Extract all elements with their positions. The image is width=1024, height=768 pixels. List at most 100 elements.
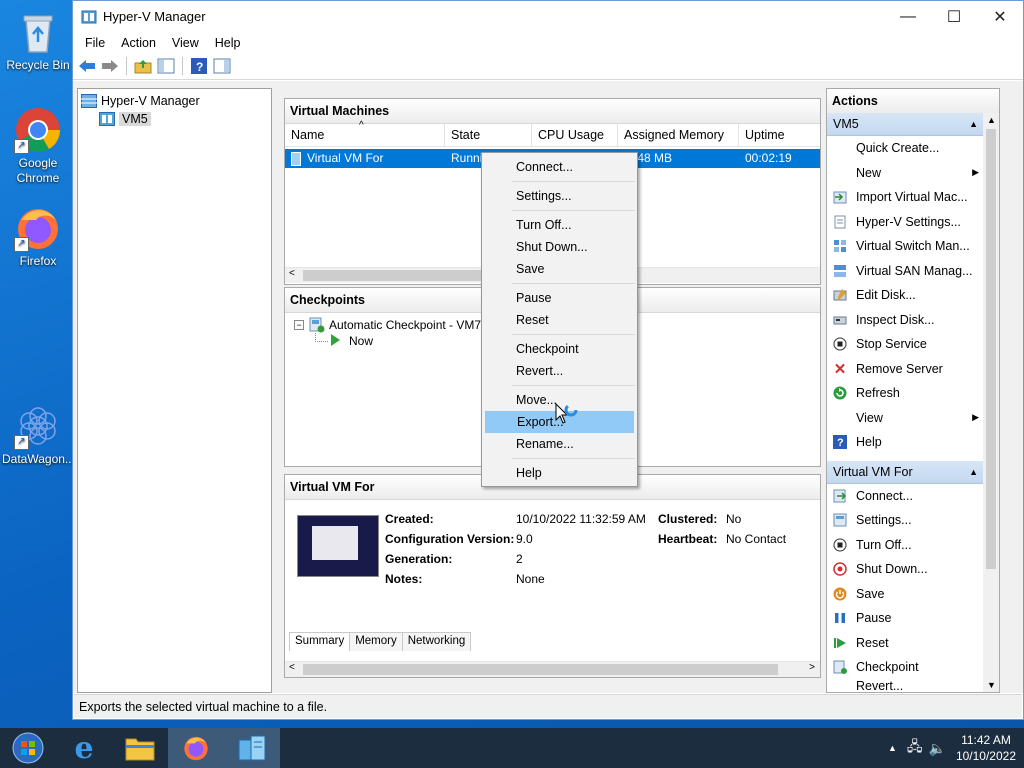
vm-thumbnail[interactable]: [297, 515, 379, 577]
column-assigned-memory[interactable]: Assigned Memory: [618, 124, 739, 146]
context-shut-down[interactable]: Shut Down...: [482, 236, 637, 258]
scroll-thumb[interactable]: [303, 664, 778, 675]
clock-date: 10/10/2022: [955, 749, 1016, 763]
actions-group-vm[interactable]: Virtual VM For ▲: [827, 460, 983, 484]
close-button[interactable]: ✕: [977, 1, 1023, 32]
network-icon[interactable]: 🖧: [907, 736, 923, 760]
chrome-label: Google Chrome: [16, 156, 60, 185]
help-toolbar-button[interactable]: ?: [189, 56, 209, 76]
checkpoint-item[interactable]: Automatic Checkpoint - VM7 - (: [329, 318, 496, 332]
menu-file[interactable]: File: [77, 36, 113, 50]
column-name[interactable]: Name ^: [285, 120, 445, 146]
context-pause[interactable]: Pause: [482, 287, 637, 309]
action-import-vm[interactable]: Import Virtual Mac...: [827, 185, 983, 210]
context-settings[interactable]: Settings...: [482, 185, 637, 207]
column-state[interactable]: State: [445, 124, 532, 146]
minimize-button[interactable]: —: [885, 1, 931, 32]
toolbar: ?: [73, 53, 1023, 80]
scroll-thumb[interactable]: [986, 129, 996, 569]
taskbar-firefox[interactable]: [168, 728, 224, 768]
menu-action[interactable]: Action: [113, 36, 164, 50]
context-reset[interactable]: Reset: [482, 309, 637, 331]
action-remove-server[interactable]: ✕ Remove Server: [827, 357, 983, 382]
actions-group-server[interactable]: VM5 ▲: [827, 113, 983, 136]
reset-icon: [832, 635, 848, 651]
tree-item-hyperv-manager[interactable]: Hyper-V Manager: [78, 92, 271, 110]
desktop-icon-chrome[interactable]: ↗ Google Chrome: [2, 106, 74, 186]
collapse-icon[interactable]: −: [294, 320, 304, 330]
show-hidden-icons[interactable]: ▲: [888, 743, 897, 753]
action-edit-disk[interactable]: Edit Disk...: [827, 283, 983, 308]
context-turn-off[interactable]: Turn Off...: [482, 214, 637, 236]
desktop-icon-datawagon[interactable]: ↗ DataWagon...: [2, 402, 75, 467]
action-vm-checkpoint[interactable]: Checkpoint: [827, 655, 983, 680]
console-tree: Hyper-V Manager VM5: [77, 88, 272, 693]
title-bar[interactable]: Hyper-V Manager — ☐ ✕: [73, 1, 1023, 32]
desktop-icon-firefox[interactable]: ↗ Firefox: [2, 204, 74, 269]
tree-item-server[interactable]: VM5: [78, 110, 271, 128]
actions-vertical-scrollbar[interactable]: ▲ ▼: [983, 113, 999, 692]
checkpoint-now[interactable]: Now: [349, 334, 373, 348]
desktop-icon-recycle-bin[interactable]: Recycle Bin: [2, 8, 74, 73]
tab-memory[interactable]: Memory: [349, 632, 403, 651]
server-icon: [99, 112, 115, 126]
collapse-up-icon: ▲: [969, 119, 978, 129]
action-vm-shut-down[interactable]: Shut Down...: [827, 557, 983, 582]
taskbar-file-explorer[interactable]: [112, 728, 168, 768]
volume-icon[interactable]: 🔈: [929, 740, 946, 757]
up-folder-button[interactable]: [133, 56, 153, 76]
scroll-thumb[interactable]: [303, 270, 483, 281]
details-horizontal-scrollbar[interactable]: < >: [285, 661, 820, 677]
tab-summary[interactable]: Summary: [289, 632, 351, 651]
action-vm-reset[interactable]: Reset: [827, 631, 983, 656]
action-hyperv-settings[interactable]: Hyper-V Settings...: [827, 210, 983, 235]
action-stop-service[interactable]: Stop Service: [827, 332, 983, 357]
context-revert[interactable]: Revert...: [482, 360, 637, 382]
forward-button[interactable]: [100, 56, 120, 76]
network-switch-icon: [832, 238, 848, 254]
menu-view[interactable]: View: [164, 36, 207, 50]
tab-networking[interactable]: Networking: [401, 632, 472, 651]
back-button[interactable]: [77, 56, 97, 76]
context-connect[interactable]: Connect...: [482, 156, 637, 178]
column-cpu-usage[interactable]: CPU Usage: [532, 124, 618, 146]
datawagon-icon: ↗: [14, 402, 62, 450]
config-version-value: 9.0: [516, 532, 533, 546]
menu-separator: [512, 458, 635, 459]
action-virtual-switch-manager[interactable]: Virtual Switch Man...: [827, 234, 983, 259]
taskbar-internet-explorer[interactable]: e: [56, 728, 112, 768]
internet-explorer-icon: e: [74, 730, 94, 766]
turn-off-icon: [832, 537, 848, 553]
action-vm-revert[interactable]: Revert...: [827, 680, 983, 690]
show-hide-action-pane-button[interactable]: [212, 56, 232, 76]
action-inspect-disk[interactable]: Inspect Disk...: [827, 308, 983, 333]
action-vm-connect[interactable]: Connect...: [827, 484, 983, 509]
action-refresh[interactable]: Refresh: [827, 381, 983, 406]
start-button[interactable]: [0, 728, 56, 768]
scroll-left-icon: <: [289, 662, 295, 673]
action-view[interactable]: View ▶: [827, 406, 983, 431]
menu-bar: File Action View Help: [73, 32, 1023, 53]
action-vm-save[interactable]: Save: [827, 582, 983, 607]
clock[interactable]: 11:42 AM 10/10/2022: [956, 732, 1016, 764]
column-uptime[interactable]: Uptime: [739, 124, 820, 146]
context-checkpoint[interactable]: Checkpoint: [482, 338, 637, 360]
system-tray: ▲ 🖧 🔈 11:42 AM 10/10/2022: [888, 728, 1016, 768]
action-vm-settings[interactable]: Settings...: [827, 508, 983, 533]
context-save[interactable]: Save: [482, 258, 637, 280]
action-virtual-san-manager[interactable]: Virtual SAN Manag...: [827, 259, 983, 284]
maximize-button[interactable]: ☐: [931, 1, 977, 32]
action-vm-pause[interactable]: Pause: [827, 606, 983, 631]
save-icon: [832, 586, 848, 602]
show-hide-console-tree-button[interactable]: [156, 56, 176, 76]
taskbar-hyperv-manager[interactable]: [224, 728, 280, 768]
action-quick-create[interactable]: Quick Create...: [827, 136, 983, 161]
action-help[interactable]: ? Help: [827, 430, 983, 455]
menu-help[interactable]: Help: [207, 36, 249, 50]
vm-uptime: 00:02:19: [745, 151, 792, 165]
action-new[interactable]: New ▶: [827, 161, 983, 186]
context-help[interactable]: Help: [482, 462, 637, 484]
context-rename[interactable]: Rename...: [482, 433, 637, 455]
action-vm-turn-off[interactable]: Turn Off...: [827, 533, 983, 558]
generation-value: 2: [516, 552, 523, 566]
